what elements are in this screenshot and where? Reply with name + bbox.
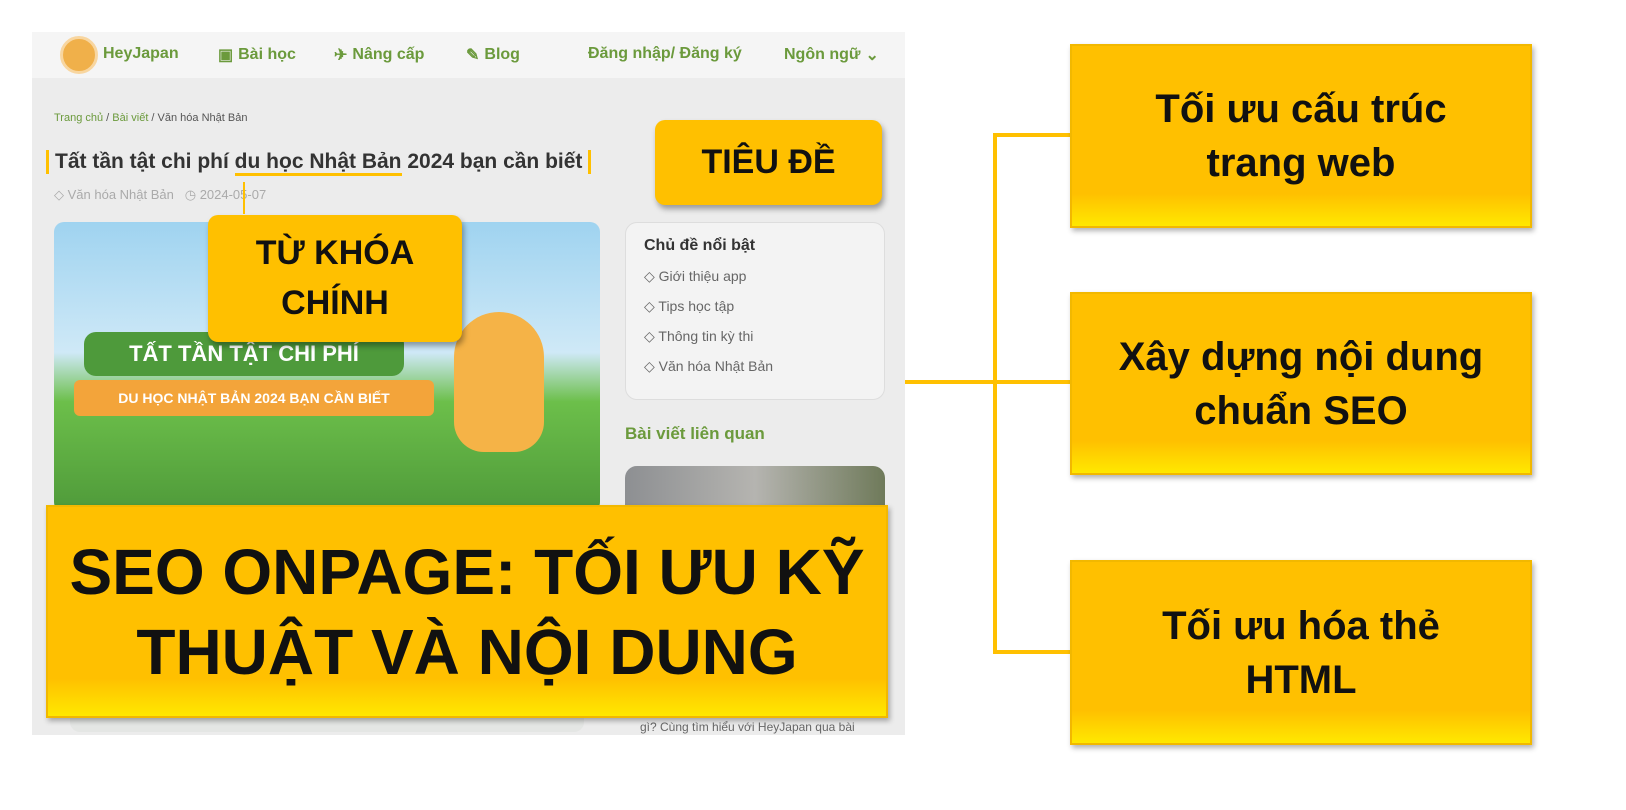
crumb-articles[interactable]: Bài viết bbox=[112, 112, 148, 124]
featured-topics-card: Chủ đề nổi bật ◇ Giới thiệu app ◇ Tips h… bbox=[625, 222, 885, 400]
login-link[interactable]: Đăng nhập/ Đăng ký bbox=[588, 45, 742, 63]
mascot-illustration bbox=[454, 312, 544, 452]
topic-item[interactable]: ◇ Giới thiệu app bbox=[644, 268, 866, 285]
title-callout: TIÊU ĐỀ bbox=[655, 120, 882, 205]
main-heading-line: SEO ONPAGE: TỐI ƯU KỸ bbox=[69, 535, 865, 608]
mascot-logo bbox=[60, 36, 98, 74]
breadcrumb: Trang chủ / Bài viết / Văn hóa Nhật Bản bbox=[54, 112, 248, 124]
topics-title: Chủ đề nổi bật bbox=[644, 237, 756, 254]
topic-label: Văn hóa Nhật Bản bbox=[658, 358, 774, 374]
tag-icon: ◇ bbox=[54, 187, 64, 202]
chevron-down-icon: ⌄ bbox=[865, 47, 879, 64]
connector-line bbox=[993, 133, 997, 654]
article-date: 2024-05-07 bbox=[199, 187, 267, 202]
hero-banner-subtext: DU HỌC NHẬT BẢN 2024 BẠN CẦN BIẾT bbox=[74, 380, 434, 416]
topic-label: Giới thiệu app bbox=[658, 268, 747, 284]
topic-label: Tips học tập bbox=[658, 298, 735, 314]
article-category[interactable]: Văn hóa Nhật Bản bbox=[68, 187, 174, 202]
title-text: Tất tần tật chi phí bbox=[55, 150, 235, 173]
branch-html: Tối ưu hóa thẻ HTML bbox=[1070, 560, 1532, 745]
nav-lessons[interactable]: ▣ Bài học bbox=[218, 45, 296, 65]
main-heading-line: THUẬT VÀ NỘI DUNG bbox=[136, 615, 798, 688]
topic-item[interactable]: ◇ Thông tin kỳ thi bbox=[644, 328, 866, 345]
topic-label: Thông tin kỳ thi bbox=[658, 328, 754, 344]
language-dropdown[interactable]: Ngôn ngữ ⌄ bbox=[784, 45, 879, 65]
related-title: Bài viết liên quan bbox=[625, 424, 765, 443]
main-heading-banner: SEO ONPAGE: TỐI ƯU KỸ THUẬT VÀ NỘI DUNG bbox=[46, 505, 888, 718]
keyword-pointer bbox=[243, 182, 245, 214]
connector-line bbox=[993, 650, 1071, 654]
connector-line bbox=[993, 133, 1071, 137]
keyword-callout: TỪ KHÓA CHÍNH bbox=[208, 215, 462, 342]
topic-item[interactable]: ◇ Văn hóa Nhật Bản bbox=[644, 358, 866, 375]
nav-upgrade[interactable]: ✈ Nâng cấp bbox=[334, 45, 424, 65]
language-label: Ngôn ngữ bbox=[784, 46, 861, 63]
nav-label: Blog bbox=[484, 46, 520, 63]
top-nav: HeyJapan ▣ Bài học ✈ Nâng cấp ✎ Blog Đăng n… bbox=[32, 32, 905, 78]
related-snippet: gì? Cùng tìm hiểu với HeyJapan qua bài bbox=[640, 720, 855, 734]
crumb-current: Văn hóa Nhật Bản bbox=[157, 112, 248, 124]
branch-structure: Tối ưu cấu trúc trang web bbox=[1070, 44, 1532, 228]
rocket-icon: ✈ bbox=[334, 47, 348, 64]
nav-blog[interactable]: ✎ Blog bbox=[466, 45, 520, 65]
connector-line bbox=[905, 380, 997, 384]
clock-icon: ◷ bbox=[184, 187, 197, 202]
nav-label: Nâng cấp bbox=[352, 46, 425, 63]
brand-link[interactable]: HeyJapan bbox=[103, 45, 179, 63]
branch-content: Xây dựng nội dung chuẩn SEO bbox=[1070, 292, 1532, 475]
title-text: 2024 bạn cần biết bbox=[401, 150, 583, 173]
title-keyword: du học Nhật Bản bbox=[234, 150, 402, 176]
article-meta: ◇ Văn hóa Nhật Bản ◷ 2024-05-07 bbox=[54, 187, 266, 203]
edit-icon: ✎ bbox=[466, 47, 480, 64]
topic-item[interactable]: ◇ Tips học tập bbox=[644, 298, 866, 315]
connector-line bbox=[993, 380, 1071, 384]
crumb-home[interactable]: Trang chủ bbox=[54, 112, 103, 124]
board-icon: ▣ bbox=[218, 47, 234, 64]
nav-label: Bài học bbox=[238, 46, 296, 63]
page-title: Tất tần tật chi phí du học Nhật Bản 2024… bbox=[46, 150, 592, 176]
